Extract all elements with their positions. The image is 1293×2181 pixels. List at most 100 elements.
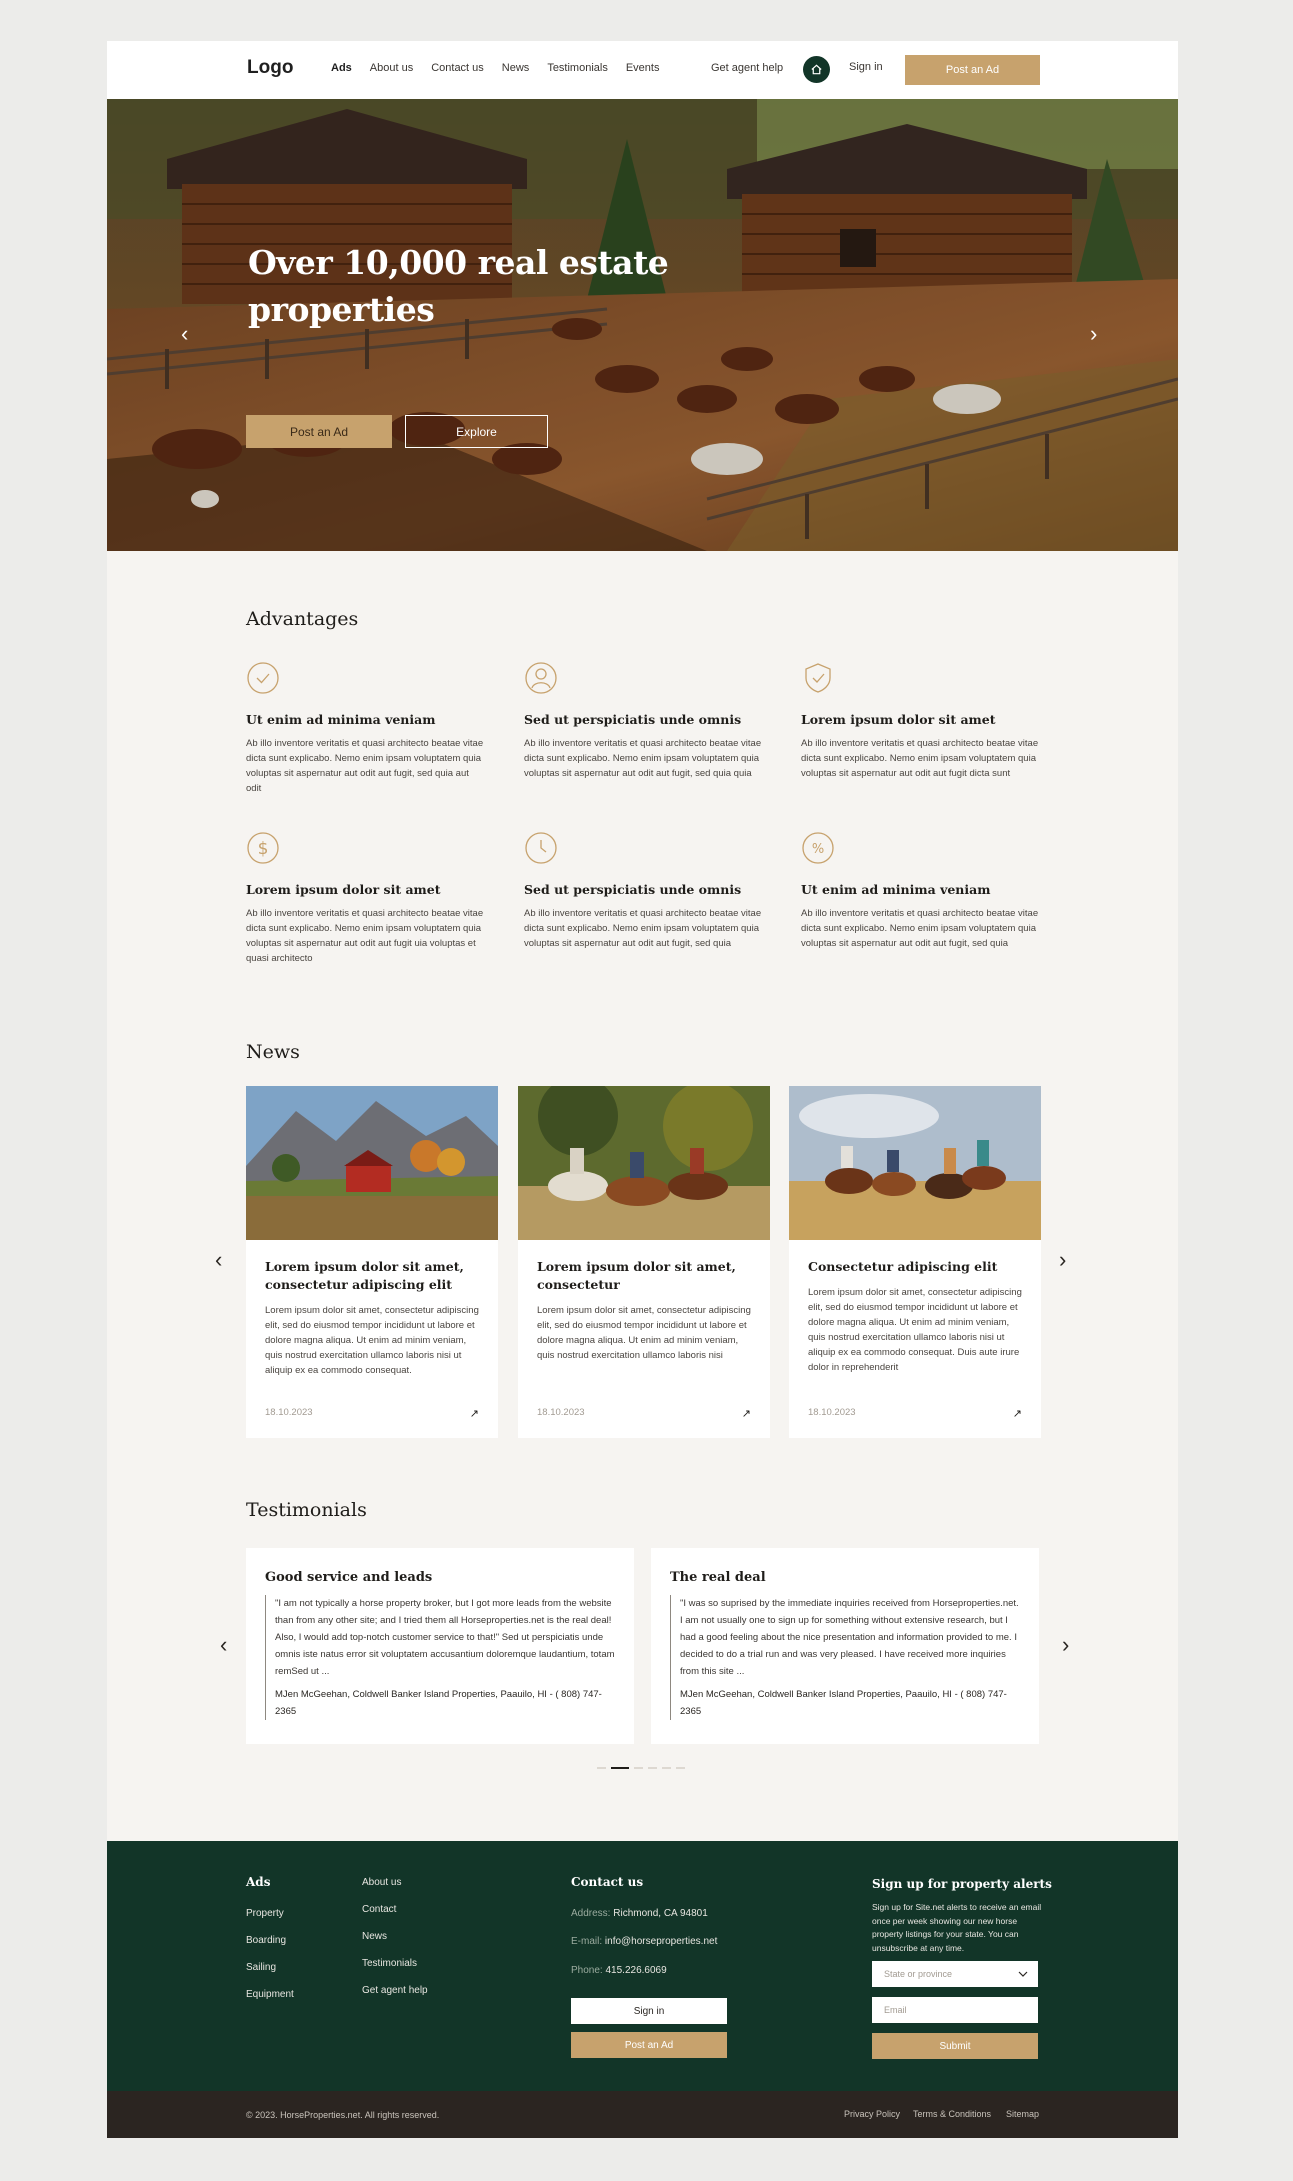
page: Logo Ads About us Contact us News Testim…: [107, 41, 1178, 2138]
advantage-title: Sed ut perspiciatis unde omnis: [524, 712, 742, 727]
footer-contact-heading: Contact us: [571, 1875, 644, 1889]
header: Logo Ads About us Contact us News Testim…: [107, 41, 1178, 99]
news-card[interactable]: Consectetur adipiscing elit Lorem ipsum …: [789, 1086, 1041, 1438]
footer-post-ad-button[interactable]: Post an Ad: [571, 2032, 727, 2058]
pagination-dot[interactable]: [676, 1767, 685, 1769]
hero-post-ad-button[interactable]: Post an Ad: [246, 415, 392, 448]
state-select-placeholder: State or province: [884, 1969, 953, 1979]
nav-testimonials[interactable]: Testimonials: [547, 62, 608, 74]
bottom-bar: © 2023. HorseProperties.net. All rights …: [107, 2091, 1178, 2138]
footer-link-property[interactable]: Property: [246, 1908, 294, 1919]
advantage-text: Ab illo inventore veritatis et quasi arc…: [246, 738, 484, 794]
news-card[interactable]: Lorem ipsum dolor sit amet, consectetur …: [246, 1086, 498, 1438]
post-ad-button[interactable]: Post an Ad: [905, 55, 1040, 85]
advantage-item: Ut enim ad minima veniam Ab illo invento…: [246, 661, 486, 796]
nav-news[interactable]: News: [502, 62, 530, 74]
news-card[interactable]: Lorem ipsum dolor sit amet, consectetur …: [518, 1086, 770, 1438]
footer-link-equipment[interactable]: Equipment: [246, 1989, 294, 2000]
footer-link-agent-help[interactable]: Get agent help: [362, 1985, 428, 1996]
advantage-text: Ab illo inventore veritatis et quasi arc…: [524, 738, 762, 779]
nav-events[interactable]: Events: [626, 62, 660, 74]
advantage-title: Sed ut perspiciatis unde omnis: [524, 882, 742, 897]
sitemap-link[interactable]: Sitemap: [1006, 2109, 1039, 2119]
hero-explore-button[interactable]: Explore: [405, 415, 548, 448]
news-date: 18.10.2023: [265, 1407, 313, 1418]
home-icon: [811, 64, 822, 75]
footer-link-news[interactable]: News: [362, 1931, 428, 1942]
pagination-dot[interactable]: [662, 1767, 671, 1769]
pagination-dot[interactable]: [597, 1767, 606, 1769]
clock-circle-icon: [525, 832, 557, 864]
arrow-up-right-icon[interactable]: ↗: [470, 1407, 479, 1420]
news-excerpt: Lorem ipsum dolor sit amet, consectetur …: [808, 1287, 1022, 1373]
news-title[interactable]: Lorem ipsum dolor sit amet, consectetur …: [265, 1258, 479, 1294]
hero-title: Over 10,000 real estate properties: [248, 243, 669, 329]
news-title[interactable]: Lorem ipsum dolor sit amet, consectetur: [537, 1258, 751, 1294]
news-image-ranch: [246, 1086, 498, 1240]
email-input-placeholder: Email: [884, 2005, 907, 2015]
privacy-policy-link[interactable]: Privacy Policy: [844, 2109, 900, 2119]
svg-text:$: $: [258, 839, 269, 859]
advantage-item: Lorem ipsum dolor sit amet Ab illo inven…: [801, 661, 1041, 781]
logo[interactable]: Logo: [247, 57, 293, 79]
testimonial-quote: "I was so suprised by the immediate inqu…: [670, 1595, 1020, 1720]
email-label: E-mail:: [571, 1936, 603, 1947]
footer-phone: Phone: 415.226.6069: [571, 1965, 667, 1976]
footer-link-boarding[interactable]: Boarding: [246, 1935, 294, 1946]
nav-about-us[interactable]: About us: [370, 62, 413, 74]
phone-value[interactable]: 415.226.6069: [605, 1965, 666, 1976]
email-value[interactable]: info@horseproperties.net: [605, 1936, 717, 1947]
testimonials-heading: Testimonials: [246, 1499, 367, 1521]
footer-link-contact[interactable]: Contact: [362, 1904, 428, 1915]
footer-more-links: About us Contact News Testimonials Get a…: [362, 1877, 428, 2012]
news-prev-arrow[interactable]: ‹: [215, 1247, 222, 1273]
news-excerpt: Lorem ipsum dolor sit amet, consectetur …: [265, 1305, 479, 1376]
hero-next-arrow[interactable]: ›: [1090, 321, 1097, 347]
news-title[interactable]: Consectetur adipiscing elit: [808, 1258, 1022, 1276]
advantage-title: Ut enim ad minima veniam: [801, 882, 991, 897]
testimonial-title: The real deal: [670, 1570, 766, 1585]
email-input[interactable]: Email: [872, 1997, 1038, 2023]
signup-text: Sign up for Site.net alerts to receive a…: [872, 1902, 1042, 1953]
arrow-up-right-icon[interactable]: ↗: [1013, 1407, 1022, 1420]
state-select[interactable]: State or province: [872, 1961, 1038, 1987]
advantage-item: Sed ut perspiciatis unde omnis Ab illo i…: [524, 661, 764, 781]
testimonial-card: Good service and leads "I am not typical…: [246, 1548, 634, 1744]
nav-ads[interactable]: Ads: [331, 62, 352, 74]
footer-address: Address: Richmond, CA 94801: [571, 1908, 708, 1919]
footer-link-sailing[interactable]: Sailing: [246, 1962, 294, 1973]
advantage-text: Ab illo inventore veritatis et quasi arc…: [524, 908, 762, 949]
footer-email: E-mail: info@horseproperties.net: [571, 1936, 717, 1947]
sign-in-link[interactable]: Sign in: [849, 61, 883, 73]
testimonials-next-arrow[interactable]: ›: [1062, 1632, 1069, 1658]
testimonial-author: MJen McGeehan, Coldwell Banker Island Pr…: [680, 1689, 1007, 1717]
arrow-up-right-icon[interactable]: ↗: [742, 1407, 751, 1420]
terms-link[interactable]: Terms & Conditions: [913, 2109, 991, 2119]
testimonials-prev-arrow[interactable]: ‹: [220, 1632, 227, 1658]
advantages-heading: Advantages: [246, 608, 359, 630]
news-image-cowboys: [789, 1086, 1041, 1240]
advantage-text: Ab illo inventore veritatis et quasi arc…: [801, 908, 1039, 949]
advantage-text: Ab illo inventore veritatis et quasi arc…: [246, 908, 484, 964]
copyright: © 2023. HorseProperties.net. All rights …: [246, 2110, 440, 2120]
footer-link-testimonials[interactable]: Testimonials: [362, 1958, 428, 1969]
news-next-arrow[interactable]: ›: [1059, 1247, 1066, 1273]
hero-prev-arrow[interactable]: ‹: [181, 321, 188, 347]
hero-banner: Over 10,000 real estate properties Post …: [107, 99, 1178, 551]
pagination-dot[interactable]: [648, 1767, 657, 1769]
footer-sign-in-button[interactable]: Sign in: [571, 1998, 727, 2024]
testimonial-quote: "I am not typically a horse property bro…: [265, 1595, 615, 1720]
shield-check-icon: [805, 663, 831, 693]
address-value: Richmond, CA 94801: [613, 1908, 708, 1919]
pagination-dot[interactable]: [634, 1767, 643, 1769]
pagination-dot-active[interactable]: [611, 1767, 629, 1769]
home-button[interactable]: [803, 56, 830, 83]
footer-link-about[interactable]: About us: [362, 1877, 428, 1888]
footer: Ads Property Boarding Sailing Equipment …: [107, 1841, 1178, 2091]
get-agent-help-link[interactable]: Get agent help: [711, 62, 783, 74]
news-date: 18.10.2023: [808, 1407, 856, 1418]
advantage-title: Ut enim ad minima veniam: [246, 712, 436, 727]
news-date: 18.10.2023: [537, 1407, 585, 1418]
nav-contact-us[interactable]: Contact us: [431, 62, 484, 74]
submit-button[interactable]: Submit: [872, 2033, 1038, 2059]
